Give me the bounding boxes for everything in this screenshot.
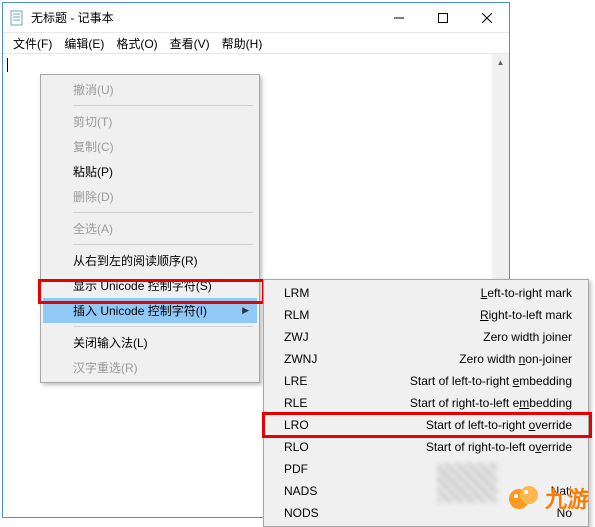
unicode-item-nads[interactable]: NADSNati [266,480,586,502]
unicode-desc: Right-to-left mark [338,308,572,322]
unicode-code: LRO [284,418,338,432]
menu-insert-unicode[interactable]: 插入 Unicode 控制字符(I) ▶ [43,298,257,323]
context-menu: 撤消(U) 剪切(T) 复制(C) 粘贴(P) 删除(D) 全选(A) 从右到左… [40,74,260,383]
unicode-item-pdf[interactable]: PDF [266,458,586,480]
unicode-desc: Zero width non-joiner [338,352,572,366]
unicode-code: RLE [284,396,338,410]
menu-close-ime[interactable]: 关闭输入法(L) [43,330,257,355]
menu-file[interactable]: 文件(F) [7,33,58,54]
unicode-item-lro[interactable]: LROStart of left-to-right override [266,414,586,436]
unicode-item-rle[interactable]: RLEStart of right-to-left embedding [266,392,586,414]
menu-help[interactable]: 帮助(H) [216,33,269,54]
window-title: 无标题 - 记事本 [31,9,377,26]
notepad-icon [9,10,25,26]
unicode-desc: No [338,506,572,520]
scroll-up-arrow[interactable]: ▲ [492,54,509,71]
menu-separator [73,212,253,213]
unicode-item-lre[interactable]: LREStart of left-to-right embedding [266,370,586,392]
unicode-code: ZWNJ [284,352,338,366]
titlebar: 无标题 - 记事本 [3,3,509,33]
menu-reconvert[interactable]: 汉字重选(R) [43,355,257,380]
unicode-submenu: LRMLeft-to-right markRLMRight-to-left ma… [263,279,589,527]
minimize-button[interactable] [377,3,421,32]
unicode-desc: Start of left-to-right override [338,418,572,432]
menu-format[interactable]: 格式(O) [110,33,163,54]
unicode-desc: Start of left-to-right embedding [338,374,572,388]
unicode-item-lrm[interactable]: LRMLeft-to-right mark [266,282,586,304]
menu-view[interactable]: 查看(V) [164,33,216,54]
menu-separator [73,244,253,245]
unicode-desc: Zero width joiner [338,330,572,344]
submenu-arrow-icon: ▶ [242,305,249,316]
unicode-desc: Start of right-to-left embedding [338,396,572,410]
window-controls [377,3,509,32]
close-button[interactable] [465,3,509,32]
unicode-desc: Nati [338,484,572,498]
menu-separator [73,105,253,106]
unicode-item-zwj[interactable]: ZWJZero width joiner [266,326,586,348]
menu-separator [73,326,253,327]
unicode-desc: Left-to-right mark [338,286,572,300]
menu-cut[interactable]: 剪切(T) [43,109,257,134]
unicode-code: NADS [284,484,338,498]
unicode-code: NODS [284,506,338,520]
menu-select-all[interactable]: 全选(A) [43,216,257,241]
menu-rtl-reading[interactable]: 从右到左的阅读顺序(R) [43,248,257,273]
menubar: 文件(F) 编辑(E) 格式(O) 查看(V) 帮助(H) [3,33,509,53]
unicode-desc: Start of right-to-left override [338,440,572,454]
text-caret [7,58,8,72]
menu-delete[interactable]: 删除(D) [43,184,257,209]
menu-copy[interactable]: 复制(C) [43,134,257,159]
unicode-code: LRE [284,374,338,388]
unicode-item-zwnj[interactable]: ZWNJZero width non-joiner [266,348,586,370]
menu-edit[interactable]: 编辑(E) [58,33,110,54]
unicode-code: RLM [284,308,338,322]
unicode-code: PDF [284,462,338,476]
maximize-button[interactable] [421,3,465,32]
unicode-item-rlo[interactable]: RLOStart of right-to-left override [266,436,586,458]
menu-show-unicode[interactable]: 显示 Unicode 控制字符(S) [43,273,257,298]
menu-paste[interactable]: 粘贴(P) [43,159,257,184]
unicode-code: ZWJ [284,330,338,344]
unicode-code: LRM [284,286,338,300]
unicode-item-rlm[interactable]: RLMRight-to-left mark [266,304,586,326]
unicode-code: RLO [284,440,338,454]
menu-undo[interactable]: 撤消(U) [43,77,257,102]
menu-item-label: 插入 Unicode 控制字符(I) [73,302,207,319]
